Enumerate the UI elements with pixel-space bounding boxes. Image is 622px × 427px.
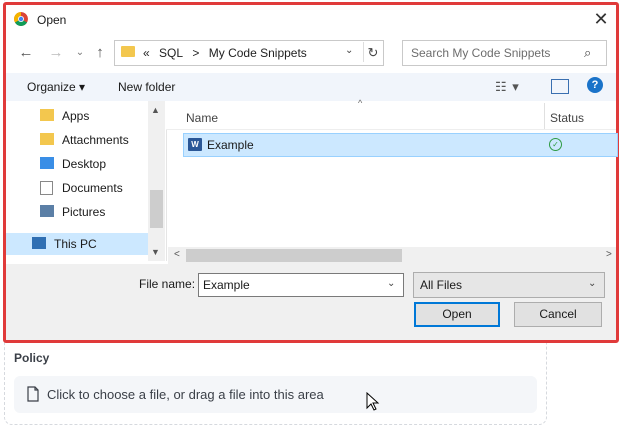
- nav-item-attachments[interactable]: Attachments: [6, 129, 148, 151]
- documents-icon: [40, 181, 53, 195]
- help-icon[interactable]: ?: [587, 77, 603, 93]
- column-header-row: [166, 101, 616, 130]
- open-button[interactable]: Open: [414, 302, 500, 327]
- scroll-down-icon[interactable]: ▼: [151, 247, 160, 257]
- file-type-select[interactable]: All Files ⌄: [413, 272, 605, 298]
- nav-item-label: Documents: [62, 181, 123, 195]
- file-type-value: All Files: [420, 278, 463, 292]
- nav-scrollbar[interactable]: [148, 101, 165, 261]
- breadcrumb-item-sql[interactable]: SQL: [159, 46, 183, 60]
- column-header-status[interactable]: Status: [550, 111, 584, 125]
- folder-icon: [40, 109, 54, 121]
- breadcrumb-overflow[interactable]: «: [143, 46, 150, 60]
- pictures-icon: [40, 205, 54, 217]
- nav-item-documents[interactable]: Documents: [6, 177, 148, 199]
- dialog-title: Open: [37, 13, 67, 27]
- search-box[interactable]: Search My Code Snippets ⌕: [402, 40, 607, 66]
- navigation-pane: Apps Attachments Desktop Documents Pictu…: [6, 101, 167, 261]
- search-icon: ⌕: [584, 45, 592, 60]
- cancel-button[interactable]: Cancel: [514, 302, 602, 327]
- folder-icon: [121, 46, 135, 57]
- open-file-dialog: Open ✕ ← → ⌄ ↑ « SQL > My Code Snippets …: [3, 2, 619, 343]
- new-folder-button[interactable]: New folder: [118, 80, 175, 94]
- preview-pane-icon[interactable]: [551, 79, 569, 94]
- horizontal-scrollbar-thumb[interactable]: [186, 249, 402, 262]
- file-upload-icon: [27, 386, 39, 402]
- up-arrow-icon[interactable]: ↑: [90, 43, 110, 63]
- scroll-right-icon[interactable]: >: [606, 249, 612, 260]
- synced-status-icon: ✓: [549, 138, 562, 151]
- mouse-cursor-icon: [366, 392, 380, 411]
- nav-item-label: Apps: [62, 109, 90, 123]
- nav-item-label: Pictures: [62, 205, 106, 219]
- nav-item-apps[interactable]: Apps: [6, 105, 148, 127]
- desktop-icon: [40, 157, 54, 169]
- scroll-up-icon[interactable]: ▲: [151, 105, 160, 115]
- back-arrow-icon[interactable]: ←: [16, 43, 36, 63]
- column-header-name[interactable]: Name: [186, 111, 218, 125]
- computer-icon: [32, 237, 46, 249]
- search-input[interactable]: Search My Code Snippets: [411, 46, 550, 60]
- policy-label: Policy: [14, 351, 50, 365]
- sort-ascending-icon: ^: [358, 98, 363, 108]
- file-name-value[interactable]: Example: [203, 278, 250, 292]
- forward-arrow-icon[interactable]: →: [46, 43, 66, 63]
- file-name-cell[interactable]: Example: [207, 138, 254, 152]
- organize-button[interactable]: Organize ▾: [27, 80, 85, 94]
- nav-scrollbar-thumb[interactable]: [150, 190, 163, 228]
- recent-locations-chevron-icon[interactable]: ⌄: [70, 43, 90, 63]
- nav-item-pictures[interactable]: Pictures: [6, 201, 148, 223]
- address-bar[interactable]: « SQL > My Code Snippets ⌄ ↻: [114, 40, 384, 66]
- nav-item-label: This PC: [54, 237, 97, 251]
- nav-item-label: Attachments: [62, 133, 129, 147]
- column-divider[interactable]: [544, 103, 545, 129]
- view-options-icon[interactable]: ☷ ▾: [495, 79, 520, 95]
- folder-icon: [40, 133, 54, 145]
- dialog-toolbar: [6, 73, 616, 101]
- breadcrumb-separator: >: [192, 46, 200, 60]
- refresh-icon[interactable]: ↻: [363, 42, 382, 62]
- nav-item-label: Desktop: [62, 157, 107, 171]
- scroll-left-icon[interactable]: <: [174, 249, 180, 260]
- file-name-input[interactable]: Example ⌄: [198, 273, 404, 297]
- address-dropdown-icon[interactable]: ⌄: [345, 45, 353, 56]
- breadcrumb-item-my-code-snippets[interactable]: My Code Snippets: [209, 46, 307, 60]
- chevron-down-icon: ⌄: [588, 278, 597, 289]
- close-button[interactable]: ✕: [590, 8, 612, 30]
- chevron-down-icon[interactable]: ⌄: [387, 278, 395, 289]
- breadcrumb: « SQL > My Code Snippets: [143, 46, 313, 60]
- dialog-titlebar[interactable]: [6, 5, 616, 33]
- upload-instruction[interactable]: Click to choose a file, or drag a file i…: [47, 387, 324, 402]
- nav-item-desktop[interactable]: Desktop: [6, 153, 148, 175]
- word-document-icon: W: [188, 138, 202, 151]
- nav-item-this-pc[interactable]: This PC: [6, 233, 148, 255]
- file-name-label: File name:: [139, 277, 196, 291]
- chrome-icon: [14, 12, 28, 26]
